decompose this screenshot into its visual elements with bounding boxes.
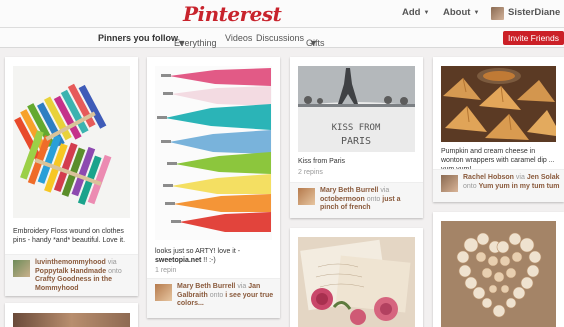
via-link[interactable]: Jen Solak <box>527 174 560 181</box>
nav-videos[interactable]: Videos <box>225 33 252 43</box>
source-link[interactable]: sweetopia.net <box>155 257 201 264</box>
nav-pinners-you-follow[interactable]: Pinners you follow <box>98 33 178 43</box>
pinner-link[interactable]: Rachel Hobson <box>463 174 514 181</box>
pin-card[interactable]: KISS FROM PARIS Kiss from Paris 2 repins… <box>290 57 423 218</box>
pinner-link[interactable]: Mary Beth Burrell <box>320 187 378 194</box>
onto-word: onto <box>209 291 224 299</box>
caret-down-icon: ▼ <box>423 10 430 16</box>
add-menu[interactable]: Add ▼ <box>402 7 429 18</box>
onto-word: onto <box>463 182 477 190</box>
pin-image[interactable] <box>298 237 415 327</box>
via-word: via <box>237 283 247 290</box>
pin-card[interactable] <box>290 228 423 327</box>
pin-card[interactable]: Pumpkin and cream cheese in wonton wrapp… <box>433 57 564 202</box>
pin-image[interactable] <box>441 66 556 142</box>
pin-image[interactable]: KISS FROM PARIS <box>298 66 415 152</box>
pin-description-suffix: !! :-) <box>203 257 216 264</box>
about-label: About <box>443 7 471 18</box>
pinner-avatar[interactable] <box>441 175 458 192</box>
attribution-text: Mary Beth Burrell via octobermoon onto j… <box>320 187 419 213</box>
onto-word: onto <box>366 195 381 203</box>
pin-image[interactable] <box>155 66 272 240</box>
pin-attribution: Mary Beth Burrell via Jan Galbraith onto… <box>147 278 280 318</box>
pin-card[interactable]: looks just so ARTY! love it - sweetopia.… <box>147 57 280 318</box>
onto-word: onto <box>108 267 122 275</box>
snow-writing: PARIS <box>341 136 371 147</box>
caret-down-icon: ▼ <box>309 38 318 48</box>
user-name: SisterDiane <box>508 7 561 18</box>
attribution-text: Rachel Hobson via Jen Solak onto Yum yum… <box>463 174 560 191</box>
pinner-link[interactable]: luvinthemommyhood <box>35 259 106 266</box>
pin-image[interactable] <box>441 221 556 327</box>
attribution-text: luvinthemommyhood via Poppytalk Handmade… <box>35 259 134 293</box>
pin-attribution: Rachel Hobson via Jen Solak onto Yum yum… <box>433 169 564 202</box>
pinterest-logo[interactable]: Pinterest <box>183 2 282 26</box>
via-word: via <box>515 174 525 181</box>
pin-image[interactable] <box>13 313 130 327</box>
pin-attribution: luvinthemommyhood via Poppytalk Handmade… <box>5 254 138 296</box>
pin-description: looks just so ARTY! love it - sweetopia.… <box>155 247 274 265</box>
pin-card[interactable]: Embroidery Floss wound on clothes pins -… <box>5 57 138 296</box>
pin-description: Kiss from Paris <box>298 158 346 165</box>
add-label: Add <box>402 7 421 18</box>
pin-image[interactable] <box>13 66 130 218</box>
via-word: via <box>380 187 390 194</box>
pin-description: Embroidery Floss wound on clothes pins -… <box>13 228 126 244</box>
category-nav: Pinners you follow Everything ▼ Videos Di… <box>0 28 564 48</box>
user-avatar[interactable] <box>491 7 504 20</box>
invite-friends-button[interactable]: Invite Friends <box>503 31 564 45</box>
via-word: via <box>107 259 117 266</box>
board-link[interactable]: Yum yum in my tum tum <box>479 183 560 190</box>
caret-down-icon: ▼ <box>177 38 186 48</box>
via-link[interactable]: Poppytalk Handmade <box>35 268 106 275</box>
attribution-text: Mary Beth Burrell via Jan Galbraith onto… <box>177 283 276 309</box>
snow-writing: KISS FROM <box>332 123 381 133</box>
top-header: Pinterest Add▼ About▼ SisterDiane▼ <box>0 0 564 28</box>
caret-down-icon: ▼ <box>473 10 480 16</box>
pinner-link[interactable]: Mary Beth Burrell <box>177 283 235 290</box>
pinner-avatar[interactable] <box>298 188 315 205</box>
pin-card[interactable] <box>433 212 564 327</box>
board-link[interactable]: Crafty Goodness in the Mommyhood <box>35 276 112 292</box>
about-menu[interactable]: About ▼ <box>443 7 479 18</box>
pin-attribution: Mary Beth Burrell via octobermoon onto j… <box>290 182 423 218</box>
pin-description-text: looks just so ARTY! love it - <box>155 248 241 255</box>
repin-count: 2 repins <box>298 169 323 176</box>
via-link[interactable]: octobermoon <box>320 196 365 203</box>
pinner-avatar[interactable] <box>13 260 30 277</box>
pin-card[interactable] <box>5 303 138 327</box>
user-menu[interactable]: SisterDiane▼ <box>508 7 564 18</box>
repin-count: 1 repin <box>155 267 177 274</box>
pinner-avatar[interactable] <box>155 284 172 301</box>
nav-discussions[interactable]: Discussions <box>256 33 304 43</box>
